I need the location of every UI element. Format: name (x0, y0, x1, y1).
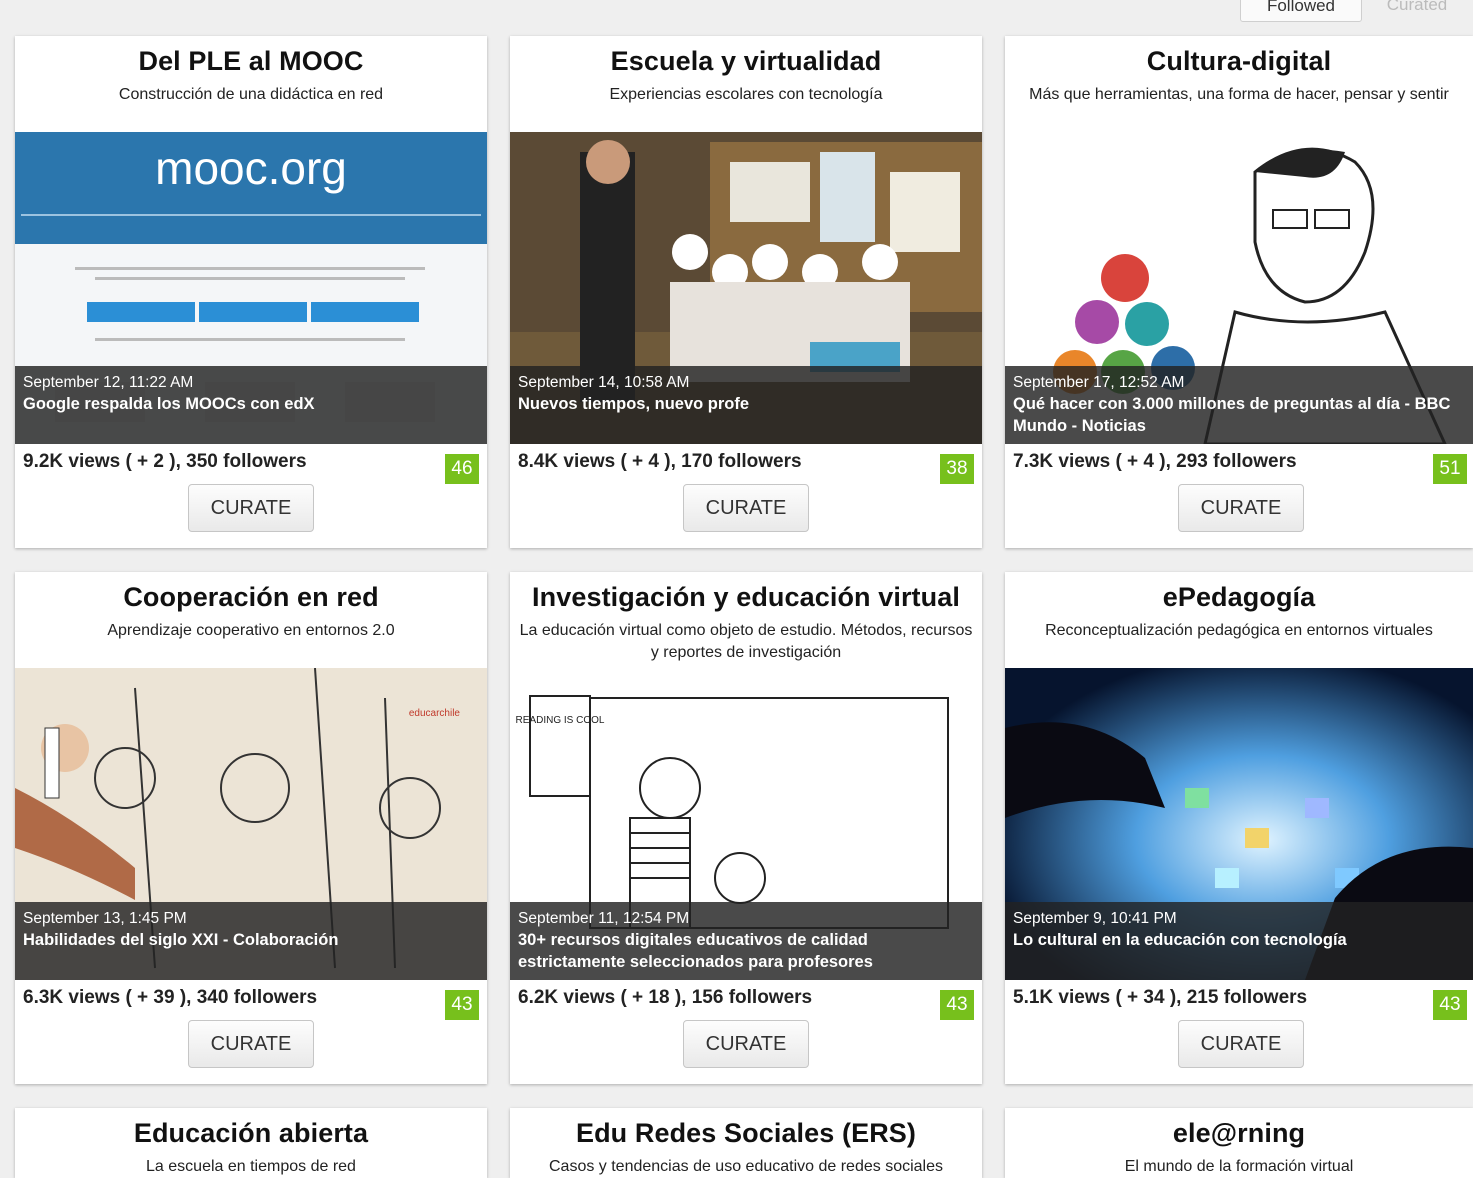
score-badge: 43 (1433, 990, 1467, 1020)
topic-title[interactable]: Cooperación en red (15, 582, 487, 613)
curate-button[interactable]: CURATE (683, 484, 809, 532)
post-caption: September 17, 12:52 AM Qué hacer con 3.0… (1005, 366, 1473, 444)
curate-button[interactable]: CURATE (1178, 484, 1304, 532)
curate-button[interactable]: CURATE (1178, 1020, 1304, 1068)
view-tabs: Followed Curated (1240, 0, 1472, 22)
curate-button[interactable]: CURATE (188, 1020, 314, 1068)
tab-followed[interactable]: Followed (1240, 0, 1362, 22)
post-date: September 17, 12:52 AM (1013, 374, 1185, 391)
thumbnail-sign-text: READING IS COOL (516, 715, 605, 726)
topic-card[interactable]: Cultura-digital Más que herramientas, un… (1005, 36, 1473, 548)
topic-card[interactable]: Investigación y educación virtual La edu… (510, 572, 982, 1084)
topic-title[interactable]: Investigación y educación virtual (510, 582, 982, 613)
topic-card[interactable]: ele@rning El mundo de la formación virtu… (1005, 1108, 1473, 1178)
topic-description: Aprendizaje cooperativo en entornos 2.0 (107, 622, 395, 639)
topic-title[interactable]: Educación abierta (15, 1118, 487, 1149)
topic-card[interactable]: Educación abierta La escuela en tiempos … (15, 1108, 487, 1178)
topic-title[interactable]: Escuela y virtualidad (510, 46, 982, 77)
topic-description: La escuela en tiempos de red (146, 1158, 356, 1175)
topic-stats: 9.2K views ( + 2 ), 350 followers (23, 451, 307, 472)
topic-description: Casos y tendencias de uso educativo de r… (548, 1158, 943, 1175)
topic-description: El mundo de la formación virtual (1124, 1158, 1354, 1175)
topic-description: Experiencias escolares con tecnología (609, 86, 883, 103)
post-caption: September 11, 12:54 PM 30+ recursos digi… (510, 902, 982, 980)
topic-stats: 6.2K views ( + 18 ), 156 followers (518, 987, 813, 1008)
topic-stats: 8.4K views ( + 4 ), 170 followers (518, 451, 802, 472)
score-badge: 38 (940, 454, 974, 484)
curate-button[interactable]: CURATE (188, 484, 314, 532)
post-caption: September 13, 1:45 PM Habilidades del si… (15, 902, 487, 980)
post-caption: September 9, 10:41 PM Lo cultural en la … (1005, 902, 1473, 980)
score-badge: 43 (445, 990, 479, 1020)
curate-button[interactable]: CURATE (683, 1020, 809, 1068)
topic-description: Más que herramientas, una forma de hacer… (1029, 86, 1449, 103)
topic-card[interactable]: Escuela y virtualidad Experiencias escol… (510, 36, 982, 548)
topic-title[interactable]: ele@rning (1005, 1118, 1473, 1149)
topic-stats: 5.1K views ( + 34 ), 215 followers (1013, 987, 1308, 1008)
post-title[interactable]: Google respalda los MOOCs con edX (23, 393, 479, 415)
post-caption: September 12, 11:22 AM Google respalda l… (15, 366, 487, 444)
post-title[interactable]: Lo cultural en la educación con tecnolog… (1013, 929, 1465, 951)
post-thumbnail[interactable]: educarchile September 13, 1:45 PM Habili… (15, 668, 487, 980)
topic-card[interactable]: Cooperación en red Aprendizaje cooperati… (15, 572, 487, 1084)
topic-description: Reconceptualización pedagógica en entorn… (1045, 622, 1433, 639)
score-badge: 43 (940, 990, 974, 1020)
topic-title[interactable]: Cultura-digital (1005, 46, 1473, 77)
post-thumbnail[interactable]: September 17, 12:52 AM Qué hacer con 3.0… (1005, 132, 1473, 444)
score-badge: 46 (445, 454, 479, 484)
topic-card[interactable]: Del PLE al MOOC Construcción de una didá… (15, 36, 487, 548)
topic-stats: 7.3K views ( + 4 ), 293 followers (1013, 451, 1297, 472)
topic-title[interactable]: Edu Redes Sociales (ERS) (510, 1118, 982, 1149)
topic-description: Construcción de una didáctica en red (118, 86, 384, 103)
post-caption: September 14, 10:58 AM Nuevos tiempos, n… (510, 366, 982, 444)
post-date: September 14, 10:58 AM (518, 374, 690, 391)
post-thumbnail[interactable]: mooc.org September 12, 11:22 AM Google r… (15, 132, 487, 444)
post-date: September 12, 11:22 AM (23, 374, 194, 391)
topic-card[interactable]: Edu Redes Sociales (ERS) Casos y tendenc… (510, 1108, 982, 1178)
post-date: September 13, 1:45 PM (23, 910, 187, 927)
post-thumbnail[interactable]: September 9, 10:41 PM Lo cultural en la … (1005, 668, 1473, 980)
score-badge: 51 (1433, 454, 1467, 484)
tab-curated[interactable]: Curated (1362, 0, 1472, 22)
topic-stats: 6.3K views ( + 39 ), 340 followers (23, 987, 318, 1008)
topic-card[interactable]: ePedagogía Reconceptualización pedagógic… (1005, 572, 1473, 1084)
post-title[interactable]: 30+ recursos digitales educativos de cal… (518, 929, 974, 973)
topic-description: La educación virtual como objeto de estu… (519, 622, 973, 661)
post-thumbnail[interactable]: READING IS COOL September 11, 12:54 PM 3… (510, 668, 982, 980)
topic-title[interactable]: Del PLE al MOOC (15, 46, 487, 77)
thumbnail-logo-text: educarchile (409, 708, 461, 719)
post-thumbnail[interactable]: September 14, 10:58 AM Nuevos tiempos, n… (510, 132, 982, 444)
post-title[interactable]: Qué hacer con 3.000 millones de pregunta… (1013, 393, 1465, 437)
post-date: September 11, 12:54 PM (518, 910, 690, 927)
topic-title[interactable]: ePedagogía (1005, 582, 1473, 613)
thumbnail-logo-text: mooc.org (155, 142, 347, 194)
post-date: September 9, 10:41 PM (1013, 910, 1177, 927)
post-title[interactable]: Nuevos tiempos, nuevo profe (518, 393, 974, 415)
post-title[interactable]: Habilidades del siglo XXI - Colaboración (23, 929, 479, 951)
